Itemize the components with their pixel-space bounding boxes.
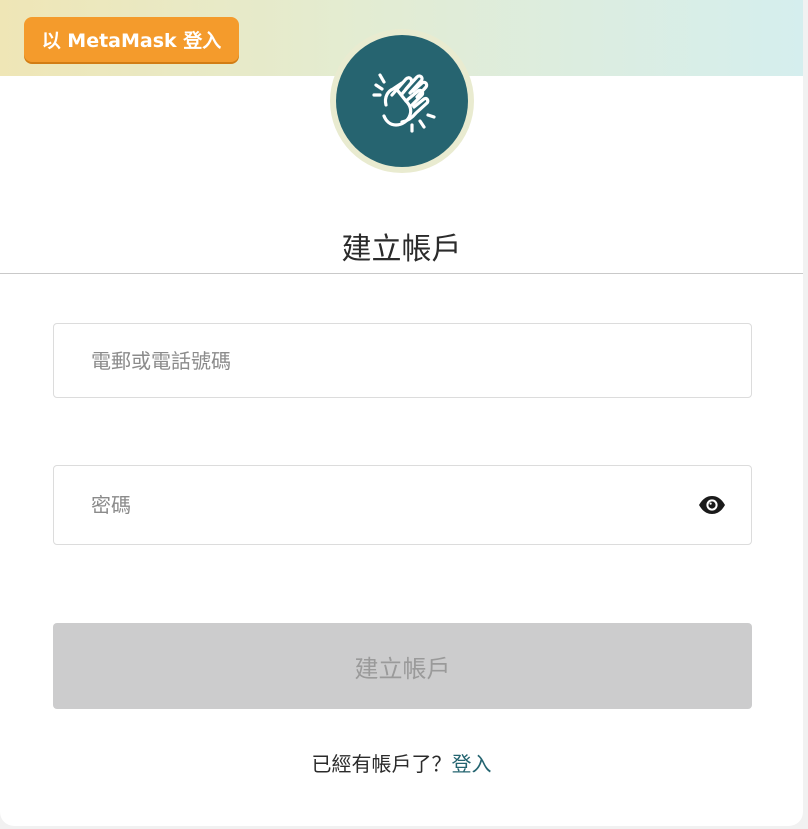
metamask-login-button[interactable]: 以 MetaMask 登入 bbox=[24, 17, 239, 62]
page-title: 建立帳戶 bbox=[341, 232, 462, 267]
password-field-wrapper bbox=[53, 465, 752, 545]
email-or-phone-input[interactable] bbox=[91, 324, 671, 397]
signup-card: 以 MetaMask 登入 建立帳戶 電郵或電話號碼 建立帳戶 已經有帳戶了？登… bbox=[0, 0, 803, 826]
login-prompt: 已經有帳戶了？登入 bbox=[0, 748, 803, 777]
clapping-hands-icon bbox=[372, 73, 436, 133]
create-account-button[interactable]: 建立帳戶 bbox=[53, 623, 752, 709]
email-field-wrapper bbox=[53, 323, 752, 398]
logo bbox=[336, 35, 468, 167]
eye-icon bbox=[699, 496, 725, 514]
login-prompt-text: 已經有帳戶了？ bbox=[311, 752, 452, 776]
login-link[interactable]: 登入 bbox=[452, 752, 492, 776]
password-input[interactable] bbox=[91, 466, 671, 544]
header-divider bbox=[0, 273, 803, 274]
show-password-toggle[interactable] bbox=[697, 493, 727, 517]
